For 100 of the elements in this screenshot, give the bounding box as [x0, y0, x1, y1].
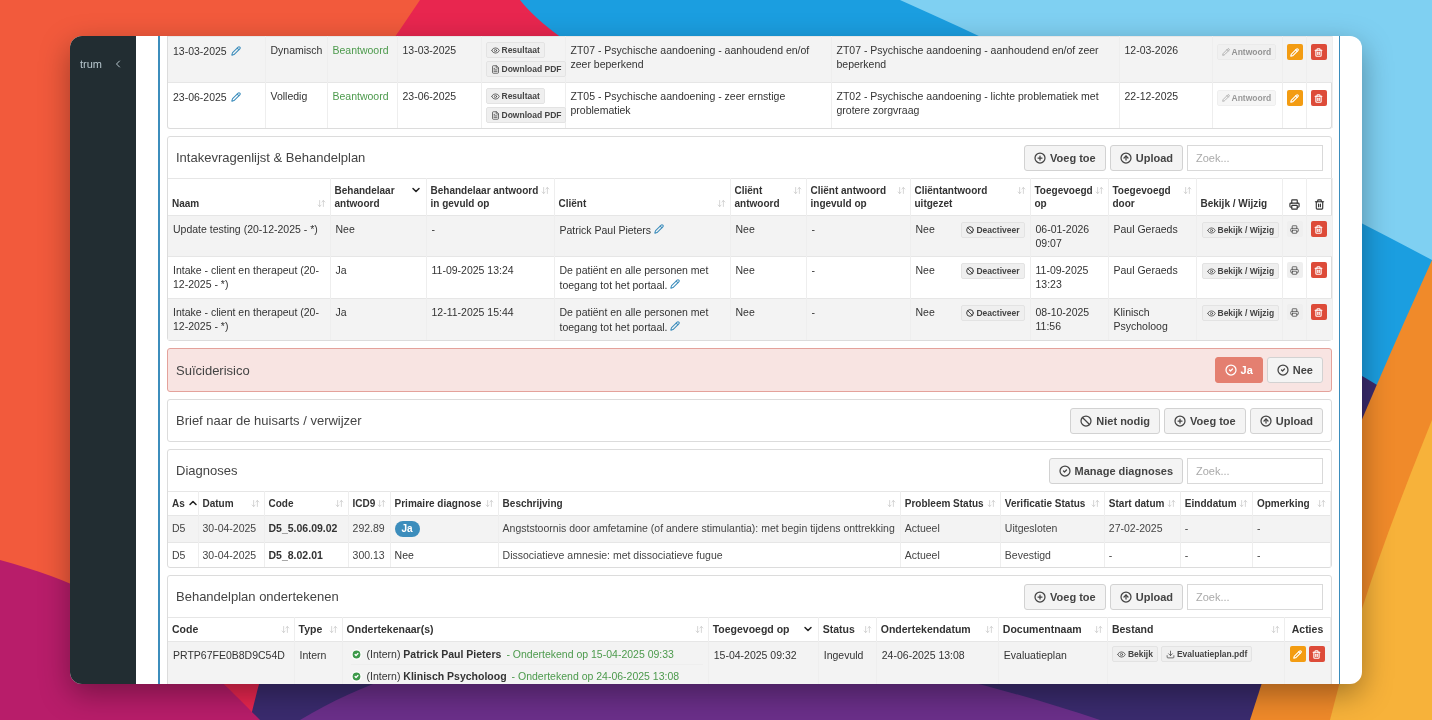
view-edit-button[interactable]: Bekijk / Wijzig	[1201, 305, 1280, 321]
small-button[interactable]: Resultaat	[485, 88, 545, 104]
column-header[interactable]: Start datum	[1108, 497, 1165, 510]
column-header[interactable]: Opmerking	[1256, 497, 1310, 510]
toolbar-button[interactable]: Voeg toe	[1024, 583, 1106, 610]
sort-icon[interactable]	[334, 499, 344, 508]
column-header[interactable]: Probleem Status	[904, 497, 984, 510]
edit-icon[interactable]	[230, 92, 241, 102]
table-cell: -	[1184, 549, 1189, 561]
toolbar-button[interactable]: Upload	[1249, 407, 1323, 434]
column-header[interactable]: Primaire diagnose	[394, 497, 482, 510]
sort-icon[interactable]	[1094, 186, 1104, 195]
column-header[interactable]: Verificatie Status	[1004, 497, 1086, 510]
sort-icon[interactable]	[1166, 499, 1176, 508]
search-field[interactable]: Zoek...	[1187, 144, 1323, 171]
column-header[interactable]: Behandelaar antwoord	[334, 184, 408, 210]
sort-icon[interactable]	[862, 625, 872, 634]
toolbar-button[interactable]: Upload	[1109, 144, 1183, 171]
sort-icon[interactable]	[716, 199, 726, 208]
column-header[interactable]: ICD9	[352, 497, 376, 510]
delete-button[interactable]	[1310, 90, 1327, 106]
column-header[interactable]: Cliënt antwoord	[734, 184, 791, 210]
sort-icon[interactable]	[250, 499, 260, 508]
sort-icon[interactable]	[694, 625, 704, 634]
column-header[interactable]: Status	[822, 623, 855, 636]
sort-icon[interactable]	[1270, 625, 1280, 634]
sort-icon[interactable]	[328, 625, 338, 634]
edit-icon[interactable]	[654, 224, 665, 234]
sort-icon[interactable]	[886, 499, 896, 508]
delete-button[interactable]	[1310, 221, 1327, 237]
edit-icon[interactable]	[670, 279, 681, 289]
column-header[interactable]: Naam	[172, 197, 200, 210]
delete-button[interactable]	[1310, 262, 1327, 278]
column-header[interactable]: Cliëntantwoord uitgezet	[914, 184, 1015, 210]
sort-icon[interactable]	[280, 625, 290, 634]
sort-icon[interactable]	[1182, 186, 1192, 195]
column-header[interactable]: Bestand	[1111, 623, 1154, 636]
small-button[interactable]: Download PDF	[485, 61, 567, 77]
small-button[interactable]: Download PDF	[485, 107, 567, 123]
delete-button[interactable]	[1308, 646, 1325, 662]
option-button[interactable]: Nee	[1266, 357, 1323, 383]
print-button[interactable]	[1286, 221, 1303, 237]
deactivate-button[interactable]: Deactiveer	[961, 263, 1025, 279]
sidebar-item[interactable]: trum	[80, 58, 102, 71]
column-header[interactable]: Behandelaar antwoord in gevuld op	[430, 184, 539, 210]
delete-button[interactable]	[1310, 44, 1327, 60]
delete-button[interactable]	[1310, 304, 1327, 320]
column-header[interactable]: Toegevoegd op	[1034, 184, 1093, 210]
search-field[interactable]: Zoek...	[1187, 583, 1323, 610]
sort-icon[interactable]	[484, 499, 494, 508]
column-header[interactable]: As	[172, 497, 185, 510]
column-header[interactable]: Type	[298, 623, 323, 636]
column-header[interactable]: Toegevoegd door	[1112, 184, 1181, 210]
edit-icon[interactable]	[670, 321, 681, 331]
column-header[interactable]: Einddatum	[1184, 497, 1237, 510]
print-button[interactable]	[1286, 304, 1303, 320]
column-header[interactable]: Cliënt	[558, 197, 587, 210]
toolbar-button[interactable]: Upload	[1109, 583, 1183, 610]
sort-icon[interactable]	[316, 199, 326, 208]
view-edit-button[interactable]: Bekijk / Wijzig	[1201, 222, 1280, 238]
toolbar-button[interactable]: Voeg toe	[1024, 144, 1106, 171]
column-header[interactable]: Ondertekendatum	[880, 623, 971, 636]
upload-icon	[1119, 590, 1132, 603]
sort-icon[interactable]	[984, 625, 994, 634]
column-header[interactable]: Ondertekenaar(s)	[346, 623, 434, 636]
column-header[interactable]: Bekijk / Wijzig	[1200, 197, 1268, 210]
search-field[interactable]: Zoek...	[1187, 457, 1323, 484]
column-header[interactable]: Acties	[1291, 623, 1324, 636]
sort-icon[interactable]	[1016, 186, 1026, 195]
download-button[interactable]: Evaluatieplan.pdf	[1160, 646, 1253, 662]
sort-icon[interactable]	[896, 186, 906, 195]
edit-button[interactable]	[1289, 646, 1306, 662]
sort-icon[interactable]	[1090, 499, 1100, 508]
column-header[interactable]: Toegevoegd op	[712, 623, 790, 636]
sort-icon[interactable]	[540, 186, 550, 195]
sort-icon[interactable]	[986, 499, 996, 508]
toolbar-button[interactable]: Voeg toe	[1164, 407, 1246, 434]
print-button[interactable]	[1286, 262, 1303, 278]
view-edit-button[interactable]: Bekijk / Wijzig	[1201, 263, 1280, 279]
deactivate-button[interactable]: Deactiveer	[961, 305, 1025, 321]
column-header[interactable]: Beschrijving	[502, 497, 563, 510]
sort-icon[interactable]	[377, 499, 387, 508]
column-header[interactable]: Code	[268, 497, 294, 510]
small-button[interactable]: Resultaat	[485, 42, 545, 58]
sort-icon[interactable]	[1093, 625, 1103, 634]
sort-icon[interactable]	[1317, 499, 1326, 508]
column-header[interactable]: Documentnaam	[1002, 623, 1082, 636]
edit-icon[interactable]	[230, 46, 241, 56]
edit-button[interactable]	[1286, 90, 1303, 106]
edit-button[interactable]	[1286, 44, 1303, 60]
sort-icon[interactable]	[792, 186, 802, 195]
deactivate-button[interactable]: Deactiveer	[961, 222, 1025, 238]
toolbar-button[interactable]: Niet nodig	[1070, 407, 1161, 434]
view-button[interactable]: Bekijk	[1111, 646, 1158, 662]
column-header[interactable]: Cliënt antwoord ingevuld op	[810, 184, 895, 210]
toolbar-button[interactable]: Manage diagnoses	[1048, 457, 1183, 484]
column-header[interactable]: Code	[172, 623, 199, 636]
column-header[interactable]: Datum	[202, 497, 234, 510]
table-cell: Nee	[735, 306, 755, 318]
sort-icon[interactable]	[1238, 499, 1248, 508]
